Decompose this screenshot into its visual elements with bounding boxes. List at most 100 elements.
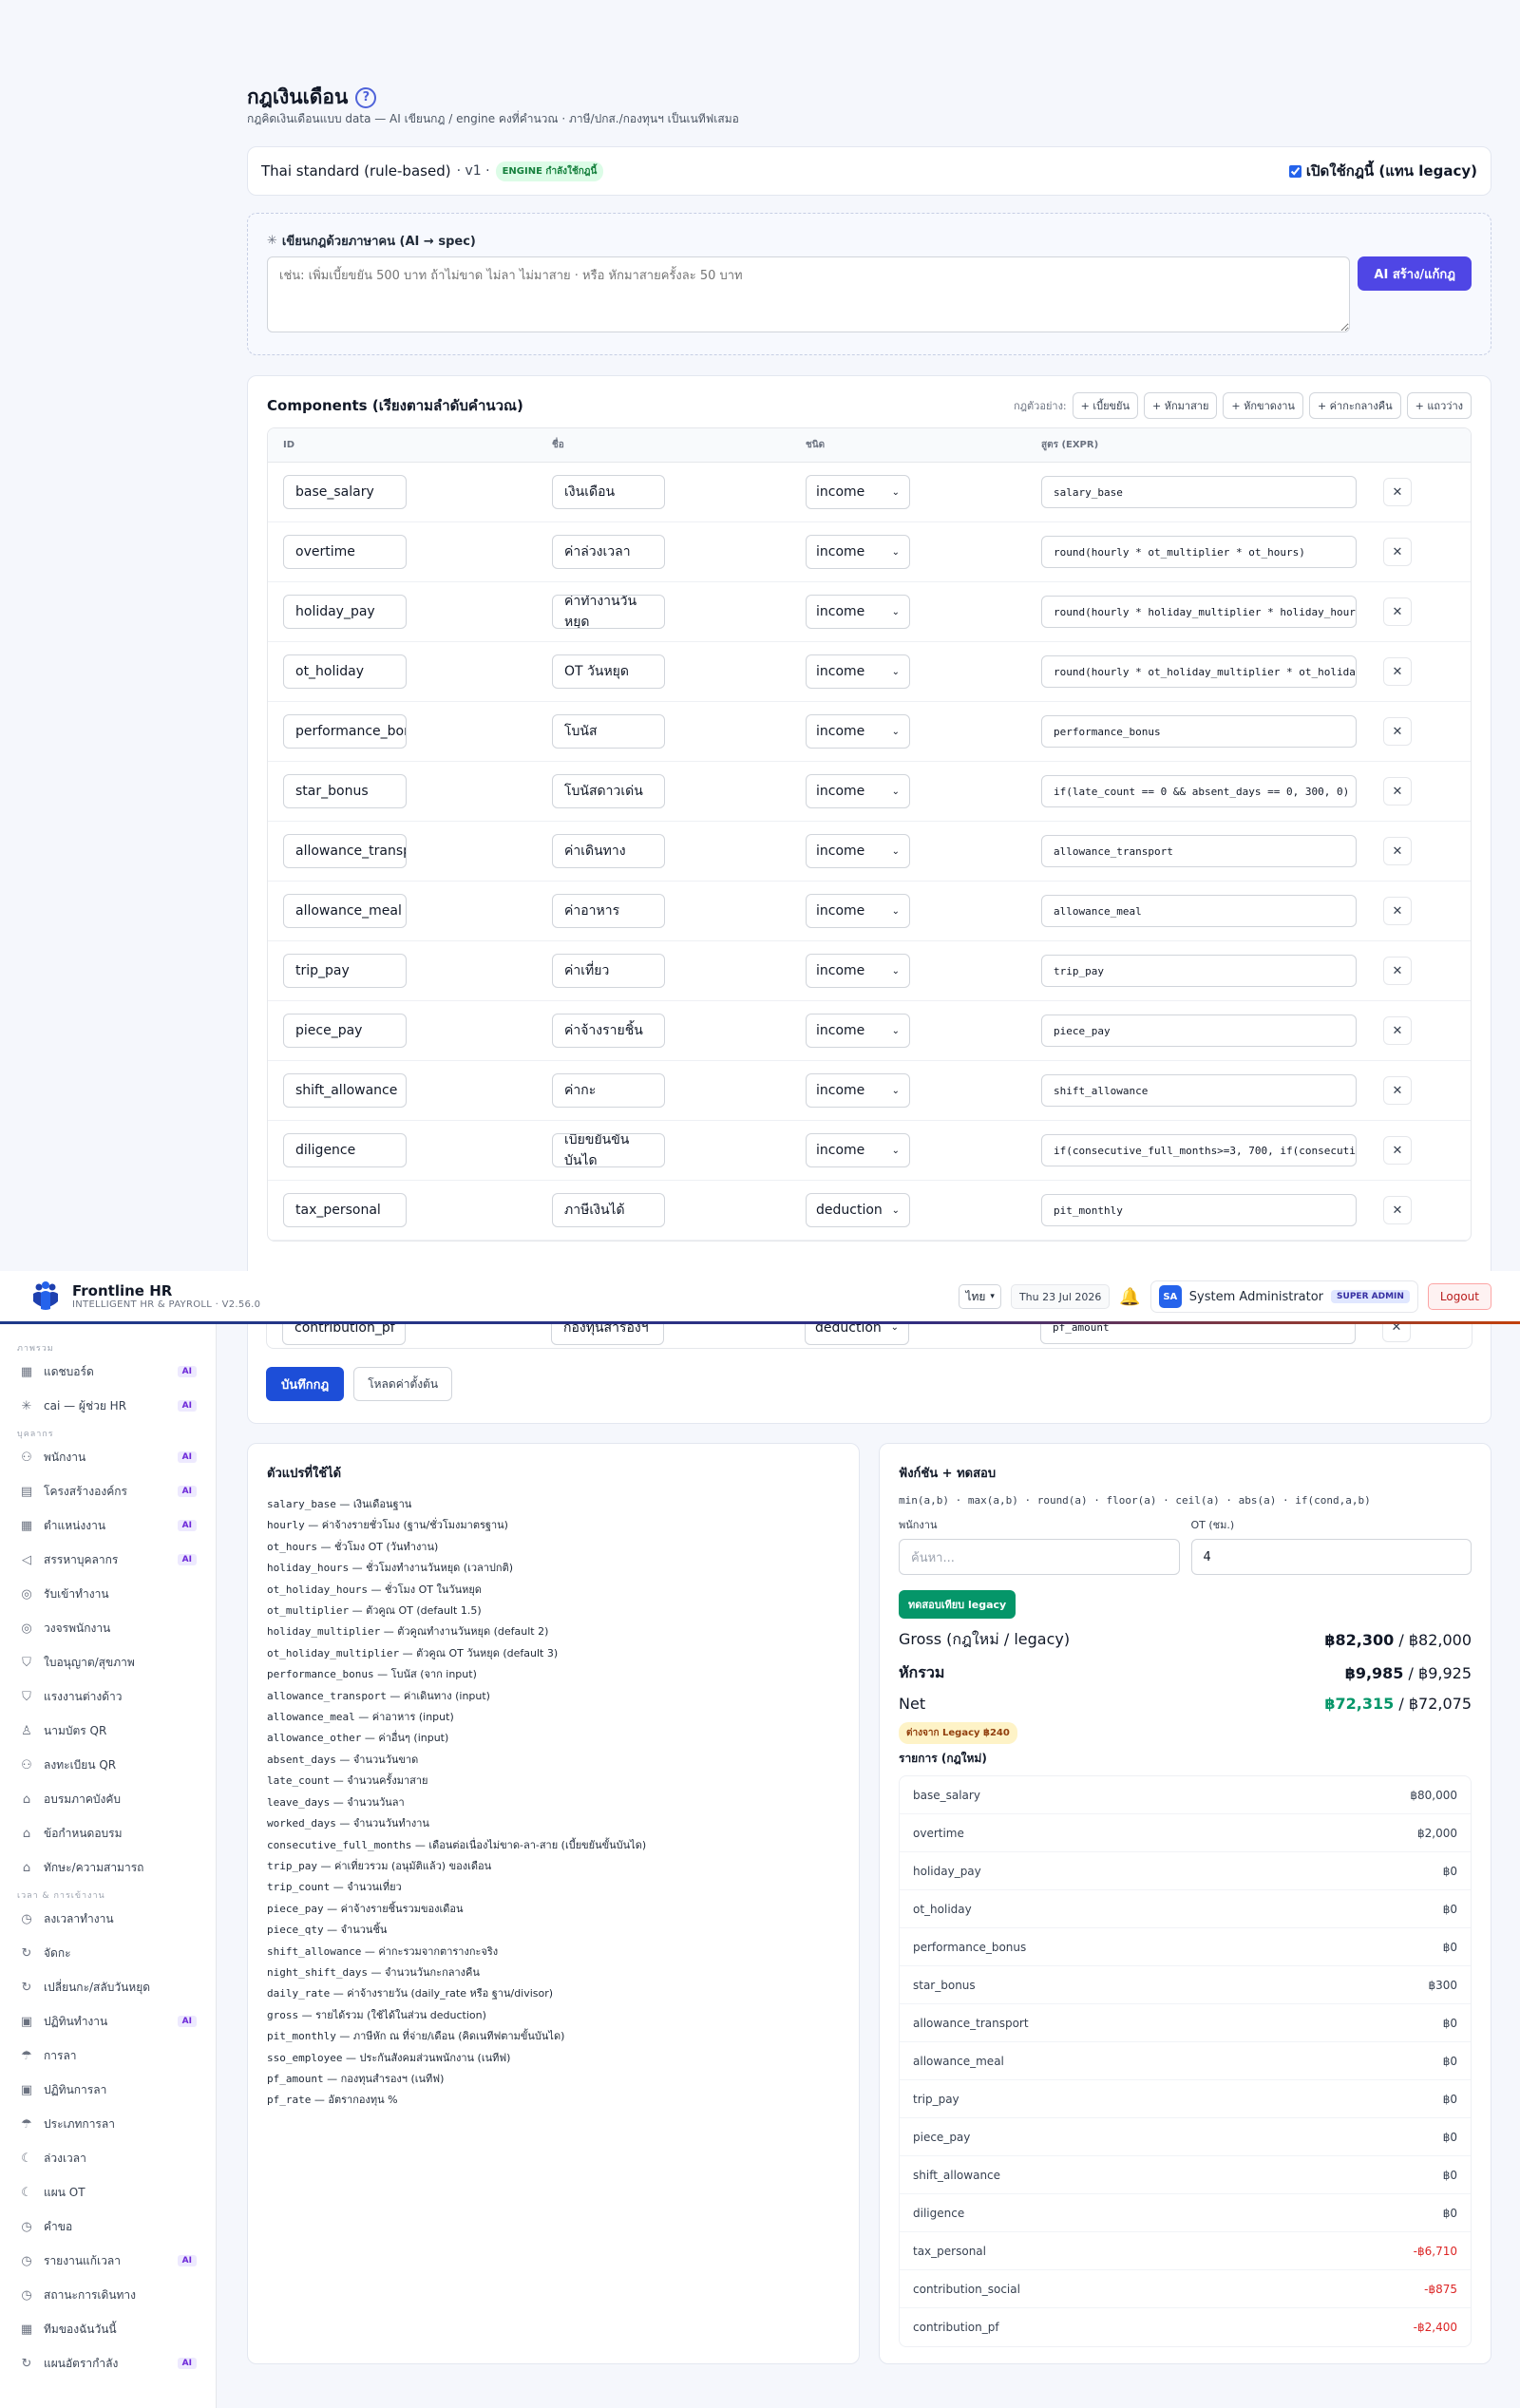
example-rule-chip[interactable]: + เบี้ยขยัน <box>1072 392 1139 419</box>
component-type-select[interactable]: income ⌄ <box>806 595 910 629</box>
compare-legacy-button[interactable]: ทดสอบเทียบ legacy <box>899 1590 1016 1619</box>
component-id-input[interactable]: allowance_meal <box>283 894 407 928</box>
sidebar-item[interactable]: ◷ สถานะการเดินทาง <box>0 2278 216 2312</box>
component-expr-input[interactable]: piece_pay <box>1041 1014 1357 1047</box>
component-id-input[interactable]: trip_pay <box>283 954 407 988</box>
component-id-input[interactable]: holiday_pay <box>283 595 407 629</box>
sidebar-item[interactable]: ▦ ตำแหน่งงาน AI <box>0 1508 216 1543</box>
sidebar-item[interactable]: ▤ โครงสร้างองค์กร AI <box>0 1474 216 1508</box>
example-rule-chip[interactable]: + แถวว่าง <box>1406 392 1472 419</box>
component-type-select[interactable]: income ⌄ <box>806 654 910 689</box>
component-type-select[interactable]: income ⌄ <box>806 894 910 928</box>
sidebar-item[interactable]: ☂ ประเภทการลา <box>0 2107 216 2141</box>
ai-generate-button[interactable]: AI สร้าง/แก้กฎ <box>1358 256 1472 291</box>
component-expr-input[interactable]: pit_monthly <box>1041 1194 1357 1226</box>
component-name-input[interactable]: ค่าอาหาร <box>552 894 665 928</box>
component-expr-input[interactable]: round(hourly * ot_holiday_multiplier * o… <box>1041 655 1357 688</box>
component-name-input[interactable]: ค่าล่วงเวลา <box>552 535 665 569</box>
sidebar-item[interactable]: ◷ ลงเวลาทำงาน <box>0 1902 216 1936</box>
sidebar-item[interactable]: ◁ สรรหาบุคลากร AI <box>0 1543 216 1577</box>
sidebar-item[interactable]: ⛉ แรงงานต่างด้าว <box>0 1679 216 1714</box>
component-name-input[interactable]: ค่าเที่ยว <box>552 954 665 988</box>
component-name-input[interactable]: เบี้ยขยันขั้นบันได <box>552 1133 665 1167</box>
component-id-input[interactable]: shift_allowance <box>283 1073 407 1108</box>
load-defaults-button[interactable]: โหลดค่าตั้งต้น <box>353 1367 453 1401</box>
component-id-input[interactable]: piece_pay <box>283 1014 407 1048</box>
sidebar-item[interactable]: ↻ จัดกะ <box>0 1936 216 1970</box>
sidebar-item[interactable]: ☾ ล่วงเวลา <box>0 2141 216 2175</box>
component-id-input[interactable]: star_bonus <box>283 774 407 808</box>
sidebar-item[interactable]: ⌂ ทักษะ/ความสามารถ <box>0 1850 216 1885</box>
component-name-input[interactable]: ค่ากะ <box>552 1073 665 1108</box>
delete-row-button[interactable]: ✕ <box>1383 1136 1412 1165</box>
component-name-input[interactable]: ค่าเดินทาง <box>552 834 665 868</box>
sidebar-item[interactable]: ♙ นามบัตร QR <box>0 1714 216 1748</box>
language-select[interactable]: ไทย ▾ <box>959 1284 1001 1309</box>
sidebar-item[interactable]: ◎ วงจรพนักงาน <box>0 1611 216 1645</box>
delete-row-button[interactable]: ✕ <box>1383 957 1412 985</box>
sidebar-item[interactable]: ↻ แผนอัตรากำลัง AI <box>0 2346 216 2380</box>
component-expr-input[interactable]: if(late_count == 0 && absent_days == 0, … <box>1041 775 1357 807</box>
delete-row-button[interactable]: ✕ <box>1383 597 1412 626</box>
sidebar-item[interactable]: ▣ ปฏิทินทำงาน AI <box>0 2004 216 2038</box>
delete-row-button[interactable]: ✕ <box>1383 478 1412 506</box>
ai-spec-input[interactable] <box>267 256 1351 332</box>
component-expr-input[interactable]: allowance_meal <box>1041 895 1357 927</box>
sidebar-item[interactable]: ▣ ปฏิทินการลา <box>0 2073 216 2107</box>
component-type-select[interactable]: income ⌄ <box>806 535 910 569</box>
help-icon[interactable]: ? <box>355 86 377 108</box>
enable-rule-checkbox[interactable] <box>1288 164 1302 178</box>
component-name-input[interactable]: โบนัสดาวเด่น <box>552 774 665 808</box>
component-type-select[interactable]: income ⌄ <box>806 1014 910 1048</box>
sidebar-item[interactable]: ⚇ ลงทะเบียน QR <box>0 1748 216 1782</box>
component-expr-input[interactable]: trip_pay <box>1041 955 1357 987</box>
delete-row-button[interactable]: ✕ <box>1383 897 1412 925</box>
component-id-input[interactable]: base_salary <box>283 475 407 509</box>
component-type-select[interactable]: income ⌄ <box>806 475 910 509</box>
component-expr-input[interactable]: shift_allowance <box>1041 1074 1357 1107</box>
delete-row-button[interactable]: ✕ <box>1383 1016 1412 1045</box>
component-id-input[interactable]: allowance_transport <box>283 834 407 868</box>
sidebar-item[interactable]: ☾ แผน OT <box>0 2175 216 2209</box>
user-menu[interactable]: SA System Administrator SUPER ADMIN <box>1150 1280 1418 1313</box>
bell-icon[interactable]: 🔔 <box>1119 1287 1140 1307</box>
component-expr-input[interactable]: if(consecutive_full_months>=3, 700, if(c… <box>1041 1134 1357 1166</box>
sidebar-item[interactable]: ▦ ทีมของฉันวันนี้ <box>0 2312 216 2346</box>
sidebar-item[interactable]: ◷ รายงานแก้เวลา AI <box>0 2244 216 2278</box>
save-rule-button[interactable]: บันทึกกฎ <box>266 1367 345 1401</box>
component-id-input[interactable]: diligence <box>283 1133 407 1167</box>
sidebar-item[interactable]: ◎ รับเข้าทำงาน <box>0 1577 216 1611</box>
component-type-select[interactable]: income ⌄ <box>806 714 910 749</box>
sidebar-item[interactable]: ✳ cai — ผู้ช่วย HR AI <box>0 1389 216 1423</box>
enable-rule-toggle[interactable]: เปิดใช้กฎนี้ (แทน legacy) <box>1288 160 1477 182</box>
sidebar-item[interactable]: ⌂ ข้อกำหนดอบรม <box>0 1816 216 1850</box>
example-rule-chip[interactable]: + หักขาดงาน <box>1223 392 1303 419</box>
component-expr-input[interactable]: round(hourly * ot_multiplier * ot_hours) <box>1041 536 1357 568</box>
sidebar-item[interactable]: ◷ คำขอ <box>0 2209 216 2244</box>
component-name-input[interactable]: OT วันหยุด <box>552 654 665 689</box>
sidebar-item[interactable]: ⚇ พนักงาน AI <box>0 1440 216 1474</box>
component-type-select[interactable]: income ⌄ <box>806 834 910 868</box>
component-name-input[interactable]: เงินเดือน <box>552 475 665 509</box>
component-name-input[interactable]: ค่าจ้างรายชิ้น <box>552 1014 665 1048</box>
delete-row-button[interactable]: ✕ <box>1383 1076 1412 1105</box>
sidebar-item[interactable]: ⌂ อบรมภาคบังคับ <box>0 1782 216 1816</box>
sidebar-item[interactable]: ⛉ ใบอนุญาต/สุขภาพ <box>0 1645 216 1679</box>
sidebar-item[interactable]: ☂ การลา <box>0 2038 216 2073</box>
delete-row-button[interactable]: ✕ <box>1383 777 1412 806</box>
component-expr-input[interactable]: allowance_transport <box>1041 835 1357 867</box>
component-id-input[interactable]: performance_bonus <box>283 714 407 749</box>
delete-row-button[interactable]: ✕ <box>1383 657 1412 686</box>
component-type-select[interactable]: income ⌄ <box>806 774 910 808</box>
component-type-select[interactable]: income ⌄ <box>806 1073 910 1108</box>
delete-row-button[interactable]: ✕ <box>1383 837 1412 865</box>
component-expr-input[interactable]: round(hourly * holiday_multiplier * holi… <box>1041 596 1357 628</box>
delete-row-button[interactable]: ✕ <box>1383 717 1412 746</box>
component-type-select[interactable]: income ⌄ <box>806 1133 910 1167</box>
component-name-input[interactable]: ภาษีเงินได้ <box>552 1193 665 1227</box>
component-id-input[interactable]: tax_personal <box>283 1193 407 1227</box>
sidebar-item[interactable]: ↻ เปลี่ยนกะ/สลับวันหยุด <box>0 1970 216 2004</box>
example-rule-chip[interactable]: + ค่ากะกลางคืน <box>1308 392 1401 419</box>
sidebar-item[interactable]: ▦ แดชบอร์ด AI <box>0 1355 216 1389</box>
employee-search-input[interactable]: ค้นหา... <box>899 1539 1180 1575</box>
